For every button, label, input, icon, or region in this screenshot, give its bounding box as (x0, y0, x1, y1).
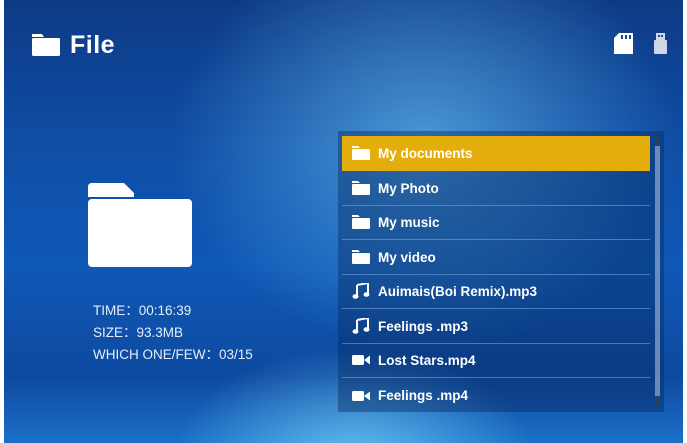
header: File (32, 30, 115, 60)
folder-icon (352, 181, 370, 195)
list-item-label: Feelings .mp4 (378, 388, 469, 403)
list-item[interactable]: My Photo (342, 171, 650, 206)
position-info: WHICH ONE/FEW：03/15 (93, 347, 253, 362)
page-title: File (70, 31, 116, 59)
folder-preview-icon (88, 183, 192, 267)
usb-drive-icon[interactable] (654, 33, 667, 54)
list-item-label: Lost Stars.mp4 (378, 352, 476, 368)
folder-icon (32, 34, 60, 56)
list-item[interactable]: My documents (342, 136, 650, 171)
folder-icon (352, 250, 370, 264)
music-note-icon (352, 283, 370, 299)
list-item[interactable]: Lost Stars.mp4 (342, 343, 650, 378)
list-item[interactable]: Feelings .mp3 (342, 309, 650, 344)
scroll-up-arrow[interactable] (655, 136, 660, 146)
size-info: SIZE：93.3MB (93, 325, 184, 340)
music-note-icon (352, 318, 370, 334)
file-info: TIME：00:16:39 SIZE：93.3MB WHICH ONE/FEW：… (93, 300, 253, 366)
file-list: My documents My Photo My music My video … (338, 131, 664, 412)
time-info: TIME：00:16:39 (93, 303, 192, 318)
scrollbar[interactable] (655, 136, 660, 406)
video-camera-icon (352, 355, 370, 365)
scroll-down-arrow[interactable] (655, 396, 660, 406)
list-item[interactable]: Auimais(Boi Remix).mp3 (342, 274, 650, 309)
folder-icon (352, 146, 370, 160)
file-browser-screen: File TIME：00:16:39 SIZE：93.3MB WHICH ONE… (4, 0, 683, 443)
list-item[interactable]: My video (342, 240, 650, 275)
video-camera-icon (352, 390, 370, 401)
list-item-label: My video (378, 249, 436, 265)
list-item-label: Feelings .mp3 (378, 318, 469, 334)
list-item[interactable]: Feelings .mp4 (342, 378, 650, 413)
sd-card-icon[interactable] (614, 33, 633, 54)
list-item-label: Auimais(Boi Remix).mp3 (378, 283, 538, 299)
list-item[interactable]: My music (342, 205, 650, 240)
list-item-label: My music (378, 214, 440, 230)
list-item-label: My documents (378, 145, 473, 161)
folder-icon (352, 215, 370, 229)
list-item-label: My Photo (378, 180, 439, 196)
